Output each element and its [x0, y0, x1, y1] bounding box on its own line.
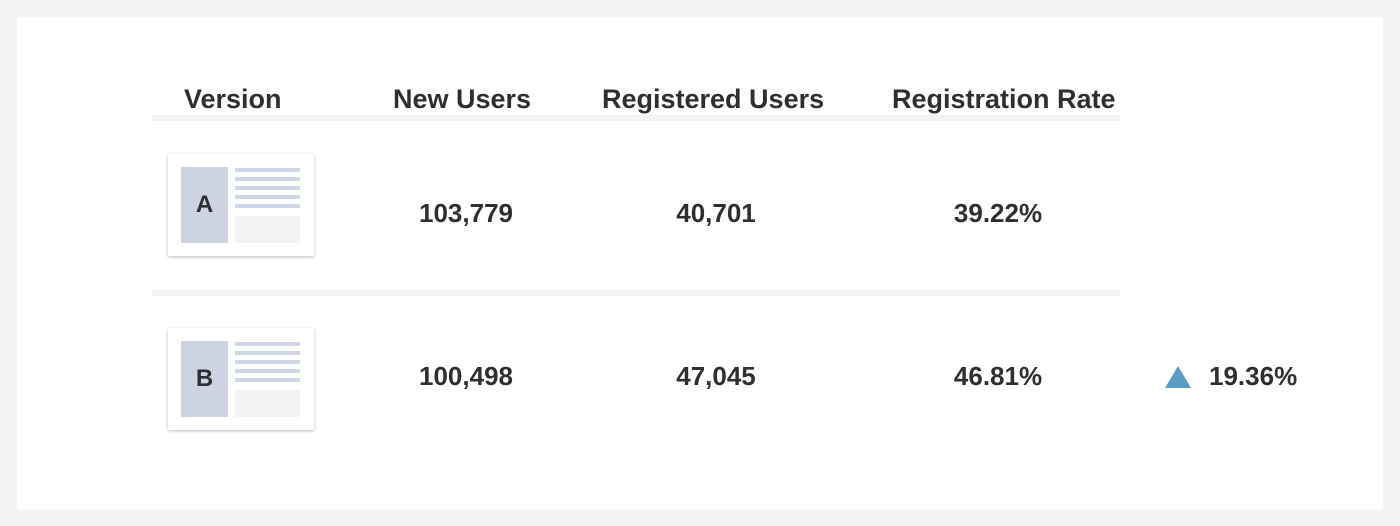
- thumbnail-line: [235, 351, 300, 355]
- version-b-thumbnail: B: [168, 328, 314, 430]
- thumbnail-line: [235, 360, 300, 364]
- version-a-thumbnail: A: [168, 154, 314, 256]
- registered-users-value: 47,045: [676, 361, 756, 391]
- row-divider: [152, 290, 1120, 296]
- header-version: Version: [184, 84, 282, 114]
- header-registered-users: Registered Users: [602, 84, 825, 114]
- registration-rate-value: 46.81%: [953, 361, 1043, 391]
- version-label: B: [181, 341, 228, 417]
- thumbnail-line: [235, 177, 300, 181]
- header-divider: [152, 115, 1120, 121]
- thumbnail-block: [235, 390, 300, 417]
- thumbnail-line: [235, 168, 300, 172]
- registered-users-value: 40,701: [676, 198, 756, 228]
- thumbnail-block: [235, 216, 300, 243]
- new-users-value: 103,779: [419, 198, 513, 228]
- thumbnail-line: [235, 204, 300, 208]
- header-registration-rate: Registration Rate: [892, 84, 1116, 114]
- header-new-users: New Users: [393, 84, 532, 114]
- triangle-up-icon: [1164, 365, 1192, 389]
- registration-rate-value: 39.22%: [953, 198, 1043, 228]
- thumbnail-line: [235, 186, 300, 190]
- uplift-value: 19.36%: [1209, 361, 1298, 391]
- comparison-card: Version New Users Registered Users Regis…: [17, 17, 1383, 509]
- new-users-value: 100,498: [419, 361, 513, 391]
- thumbnail-line: [235, 195, 300, 199]
- thumbnail-line: [235, 342, 300, 346]
- uplift-indicator: 19.36%: [1164, 361, 1297, 392]
- version-label: A: [181, 167, 228, 243]
- thumbnail-line: [235, 378, 300, 382]
- thumbnail-line: [235, 369, 300, 373]
